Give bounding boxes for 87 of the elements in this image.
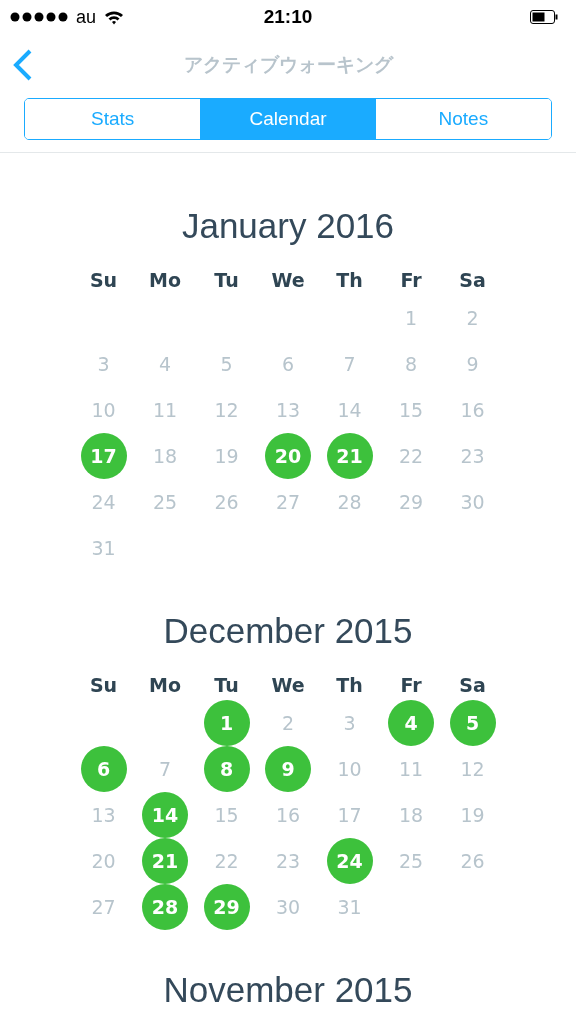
calendar-day[interactable]: 9 [457, 353, 488, 375]
calendar-day[interactable]: 26 [211, 491, 242, 513]
calendar-day[interactable]: 22 [211, 850, 242, 872]
calendar-day[interactable]: 22 [396, 445, 426, 467]
calendar-day[interactable]: 18 [150, 445, 180, 467]
month-title: January 2016 [180, 205, 396, 247]
calendar-day[interactable]: 31 [334, 896, 365, 918]
calendar-day[interactable]: 13 [88, 804, 119, 826]
calendar-day[interactable]: 11 [150, 399, 180, 421]
screen-title: アクティブウォーキング [183, 52, 393, 77]
calendar-day[interactable]: 16 [457, 399, 488, 421]
calendar-day[interactable]: 11 [396, 758, 426, 780]
wifi-icon [104, 9, 125, 25]
completed-day[interactable]: 21 [326, 433, 373, 479]
calendar-day[interactable]: 13 [273, 399, 303, 421]
completed-day[interactable]: 21 [142, 838, 188, 884]
carrier-name: au [76, 6, 97, 28]
completed-day[interactable]: 8 [203, 746, 250, 792]
signal-icon [10, 12, 68, 22]
completed-day[interactable]: 4 [388, 700, 434, 746]
back-icon[interactable] [13, 49, 33, 81]
calendar-day[interactable]: 8 [396, 353, 426, 375]
status-time: 21:10 [262, 6, 314, 28]
weekday-label: Sa [459, 673, 486, 698]
calendar-day[interactable]: 5 [211, 353, 242, 375]
month-title: November 2015 [162, 969, 414, 1011]
completed-day[interactable]: 14 [142, 792, 188, 838]
completed-day[interactable]: 29 [203, 884, 250, 930]
weekday-label: Tu [214, 268, 239, 293]
calendar-day[interactable]: 17 [334, 804, 365, 826]
completed-day[interactable]: 28 [142, 884, 188, 930]
calendar-day[interactable]: 18 [396, 804, 426, 826]
calendar-day[interactable]: 10 [88, 399, 119, 421]
calendar-day[interactable]: 16 [273, 804, 303, 826]
completed-day[interactable]: 17 [80, 433, 127, 479]
calendar-day[interactable]: 3 [88, 353, 119, 375]
calendar-day[interactable]: 30 [457, 491, 488, 513]
battery-icon [530, 10, 558, 24]
calendar-day[interactable]: 4 [150, 353, 180, 375]
calendar-day[interactable]: 25 [150, 491, 180, 513]
calendar-day[interactable]: 6 [273, 353, 303, 375]
calendar-day[interactable]: 24 [88, 491, 119, 513]
calendar-day[interactable]: 27 [273, 491, 303, 513]
calendar-day[interactable]: 27 [88, 896, 119, 918]
completed-day[interactable]: 24 [326, 838, 373, 884]
calendar-day[interactable]: 3 [334, 712, 365, 734]
calendar-day[interactable]: 7 [150, 758, 180, 780]
calendar-day[interactable]: 30 [273, 896, 303, 918]
calendar-day[interactable]: 26 [457, 850, 488, 872]
calendar-day[interactable]: 7 [334, 353, 365, 375]
completed-day[interactable]: 5 [449, 700, 496, 746]
weekday-label: Su [89, 673, 118, 698]
calendar-day[interactable]: 12 [211, 399, 242, 421]
weekday-label: Su [89, 268, 118, 293]
calendar-day[interactable]: 12 [457, 758, 488, 780]
weekday-label: Sa [459, 268, 486, 293]
calendar-day[interactable]: 14 [334, 399, 365, 421]
calendar-day[interactable]: 10 [334, 758, 365, 780]
calendar-day[interactable]: 1 [396, 307, 426, 329]
weekday-label: Fr [400, 673, 422, 698]
calendar-day[interactable]: 20 [88, 850, 119, 872]
weekday-label: Tu [214, 673, 239, 698]
calendar-day[interactable]: 19 [211, 445, 242, 467]
weekday-label: Mo [149, 673, 181, 698]
calendar-day[interactable]: 23 [273, 850, 303, 872]
calendar-day[interactable]: 29 [396, 491, 426, 513]
calendar-day[interactable]: 31 [88, 537, 119, 559]
weekday-label: We [271, 673, 305, 698]
completed-day[interactable]: 1 [203, 700, 250, 746]
calendar-day[interactable]: 15 [396, 399, 426, 421]
completed-day[interactable]: 6 [80, 746, 127, 792]
weekday-label: Fr [400, 268, 422, 293]
weekday-label: We [271, 268, 305, 293]
weekday-label: Mo [149, 268, 181, 293]
completed-day[interactable]: 9 [265, 746, 311, 792]
calendar-day[interactable]: 28 [334, 491, 365, 513]
calendar-day[interactable]: 15 [211, 804, 242, 826]
weekday-label: Th [336, 673, 363, 698]
weekday-label: Th [336, 268, 363, 293]
month-title: December 2015 [162, 610, 414, 652]
calendar-day[interactable]: 2 [457, 307, 488, 329]
calendar-day[interactable]: 25 [396, 850, 426, 872]
calendar-day[interactable]: 23 [457, 445, 488, 467]
calendar-day[interactable]: 19 [457, 804, 488, 826]
completed-day[interactable]: 20 [265, 433, 311, 479]
segment-tab[interactable]: Calendar [200, 99, 376, 139]
calendar-day[interactable]: 2 [273, 712, 303, 734]
